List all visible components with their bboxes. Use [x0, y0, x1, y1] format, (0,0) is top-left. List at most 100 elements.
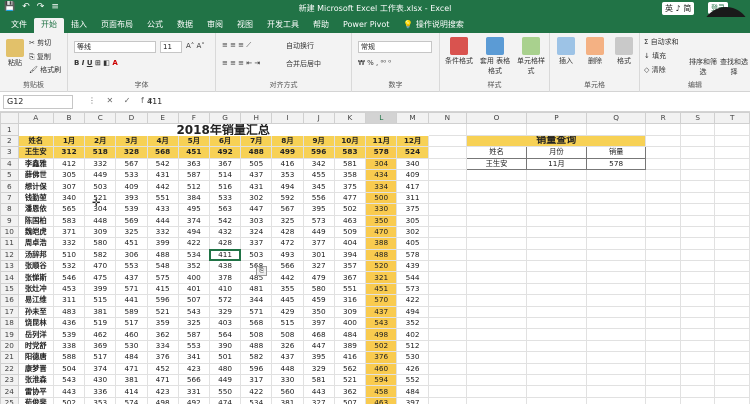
value-cell[interactable]: 568	[146, 146, 179, 159]
tab-2[interactable]: 插入	[64, 18, 94, 33]
header-cell[interactable]: 9月	[302, 134, 335, 148]
worksheet-grid[interactable]: ABCDEFGHIJKLMNOPQRST 1 2018年销量汇总 2 姓名 1月 2月 3月…	[0, 112, 750, 404]
value-cell[interactable]: 533	[208, 191, 242, 205]
value-cell[interactable]: 438	[208, 260, 242, 273]
value-cell[interactable]: 431	[240, 180, 273, 193]
value-cell[interactable]: 458	[365, 385, 398, 398]
cell[interactable]	[466, 214, 528, 227]
value-cell[interactable]: 573	[302, 214, 335, 227]
value-cell[interactable]: 344	[240, 294, 273, 307]
value-cell[interactable]: 449	[84, 168, 117, 182]
value-cell[interactable]: 570	[365, 294, 398, 307]
column-header-M[interactable]: M	[396, 112, 429, 125]
value-cell[interactable]: 345	[302, 180, 335, 193]
value-cell[interactable]: 580	[84, 237, 117, 250]
cell[interactable]	[679, 248, 716, 262]
paste-button[interactable]: 粘贴	[4, 39, 26, 68]
value-cell[interactable]: 552	[396, 373, 429, 387]
value-cell[interactable]: 493	[271, 248, 304, 262]
cell[interactable]	[585, 203, 647, 216]
cell[interactable]	[714, 260, 750, 273]
value-cell[interactable]: 520	[365, 260, 398, 273]
value-cell[interactable]: 512	[177, 180, 210, 193]
cell[interactable]	[714, 191, 750, 205]
merge-center-button[interactable]: 合并后居中	[286, 59, 321, 69]
query-value[interactable]: 11月	[526, 157, 587, 170]
header-cell[interactable]: 12月	[396, 134, 429, 148]
cell[interactable]	[714, 305, 750, 319]
cell[interactable]	[585, 294, 647, 307]
cell[interactable]	[427, 237, 468, 250]
cell[interactable]	[645, 385, 681, 398]
cell[interactable]	[585, 237, 647, 250]
column-header-R[interactable]: R	[645, 112, 681, 125]
number-format-icons[interactable]: ₩ % , ⁰⁰ ⁰	[358, 59, 391, 67]
cell[interactable]	[679, 373, 716, 387]
cell[interactable]	[526, 328, 587, 341]
formula-input[interactable]: 411	[147, 97, 162, 106]
cell[interactable]	[466, 339, 528, 353]
name-cell[interactable]: 王生安	[17, 146, 54, 159]
value-cell[interactable]: 399	[84, 282, 117, 296]
tab-9[interactable]: 帮助	[306, 18, 336, 33]
value-cell[interactable]: 338	[52, 339, 86, 353]
cell[interactable]	[714, 157, 750, 170]
value-cell[interactable]: 553	[115, 260, 148, 273]
header-cell[interactable]: 1月	[52, 134, 86, 148]
value-cell[interactable]: 556	[302, 191, 335, 205]
cell[interactable]	[645, 134, 681, 148]
cell[interactable]	[466, 248, 528, 262]
name-cell[interactable]: 易江维	[17, 294, 54, 307]
name-cell[interactable]: 张淮森	[17, 373, 54, 387]
value-cell[interactable]: 444	[146, 214, 179, 227]
cell[interactable]	[645, 203, 681, 216]
value-cell[interactable]: 316	[333, 294, 367, 307]
value-cell[interactable]: 409	[396, 168, 429, 182]
cell[interactable]	[645, 157, 681, 170]
cell[interactable]	[679, 294, 716, 307]
cell[interactable]	[526, 248, 587, 262]
value-cell[interactable]: 517	[115, 317, 148, 330]
value-cell[interactable]: 304	[365, 157, 398, 170]
value-cell[interactable]: 437	[271, 351, 304, 364]
value-cell[interactable]: 404	[333, 237, 367, 250]
value-cell[interactable]: 302	[396, 225, 429, 239]
cell[interactable]	[585, 385, 647, 398]
cell[interactable]	[466, 180, 528, 193]
row-header-18[interactable]: 18	[0, 317, 19, 330]
value-cell[interactable]: 512	[396, 339, 429, 353]
cell[interactable]	[645, 373, 681, 387]
value-cell[interactable]: 498	[146, 396, 179, 404]
value-cell[interactable]: 355	[271, 282, 304, 296]
row-header-15[interactable]: 15	[0, 282, 19, 296]
cell[interactable]	[679, 385, 716, 398]
value-cell[interactable]: 434	[365, 168, 398, 182]
cell[interactable]	[714, 123, 750, 136]
cell[interactable]	[585, 305, 647, 319]
value-cell[interactable]: 488	[240, 339, 273, 353]
cell-styles-button[interactable]: 单元格样式	[514, 37, 548, 76]
value-cell[interactable]: 567	[271, 203, 304, 216]
name-cell[interactable]: 薛佛世	[17, 168, 54, 182]
value-cell[interactable]: 551	[146, 191, 179, 205]
value-cell[interactable]: 393	[115, 191, 148, 205]
value-cell[interactable]: 309	[333, 305, 367, 319]
cell[interactable]	[526, 351, 587, 364]
value-cell[interactable]: 560	[271, 385, 304, 398]
value-cell[interactable]: 410	[208, 282, 242, 296]
value-cell[interactable]: 530	[115, 339, 148, 353]
column-header-G[interactable]: G	[208, 112, 242, 125]
column-header-D[interactable]: D	[115, 112, 148, 125]
value-cell[interactable]: 400	[177, 271, 210, 284]
value-cell[interactable]: 395	[302, 203, 335, 216]
cell[interactable]	[427, 294, 468, 307]
value-cell[interactable]: 569	[115, 214, 148, 227]
cell[interactable]	[679, 362, 716, 376]
fill-button[interactable]: ↓ 填充	[644, 51, 666, 61]
cell[interactable]	[714, 294, 750, 307]
value-cell[interactable]: 395	[302, 351, 335, 364]
cell[interactable]	[585, 362, 647, 376]
cell[interactable]	[585, 351, 647, 364]
cell[interactable]	[427, 362, 468, 376]
value-cell[interactable]: 359	[146, 317, 179, 330]
